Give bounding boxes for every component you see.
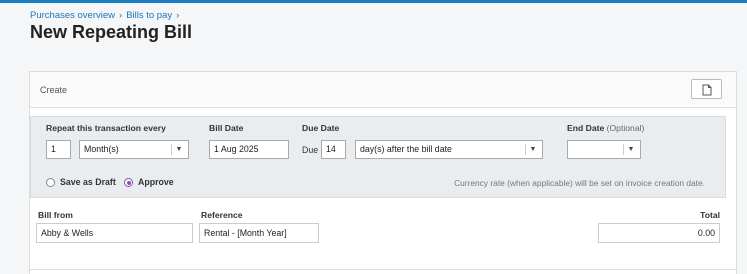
section-divider xyxy=(30,269,736,270)
breadcrumb-bills-to-pay[interactable]: Bills to pay xyxy=(126,10,172,21)
due-date-label: Due Date xyxy=(302,123,340,133)
save-as-draft-label[interactable]: Save as Draft xyxy=(60,177,116,187)
total-field: 0.00 xyxy=(598,223,720,243)
due-prefix: Due xyxy=(302,145,319,155)
end-date-optional: (Optional) xyxy=(606,123,645,133)
copy-document-button[interactable] xyxy=(691,79,722,99)
document-icon xyxy=(702,84,712,96)
currency-note: Currency rate (when applicable) will be … xyxy=(454,178,705,188)
create-label: Create xyxy=(40,85,68,95)
select-divider xyxy=(525,144,526,155)
chevron-down-icon: ▼ xyxy=(627,146,635,153)
end-date-label-text: End Date xyxy=(567,123,605,133)
card-header: Create xyxy=(30,72,736,108)
end-date-select[interactable]: ▼ xyxy=(567,140,641,159)
bill-from-input[interactable]: Abby & Wells xyxy=(36,223,193,243)
bill-date-label: Bill Date xyxy=(209,123,244,133)
chevron-down-icon: ▼ xyxy=(175,146,183,153)
repeat-label: Repeat this transaction every xyxy=(46,123,166,133)
due-days-input[interactable]: 14 xyxy=(321,140,346,159)
approve-radio[interactable] xyxy=(124,178,133,187)
reference-input[interactable]: Rental - [Month Year] xyxy=(199,223,319,243)
save-as-draft-radio[interactable] xyxy=(46,178,55,187)
select-divider xyxy=(171,144,172,155)
breadcrumb-purchases-overview[interactable]: Purchases overview xyxy=(30,10,115,21)
repeat-unit-value: Month(s) xyxy=(84,144,119,154)
breadcrumb-separator: › xyxy=(176,10,180,21)
repeat-unit-select[interactable]: Month(s) ▼ xyxy=(79,140,189,159)
bill-date-input[interactable]: 1 Aug 2025 xyxy=(209,140,289,159)
select-divider xyxy=(623,144,624,155)
breadcrumb: Purchases overview › Bills to pay › xyxy=(30,10,183,21)
total-label: Total xyxy=(700,210,720,220)
repeating-bill-card: Create Repeat this transaction every 1 M… xyxy=(29,71,737,274)
chevron-down-icon: ▼ xyxy=(529,146,537,153)
breadcrumb-separator: › xyxy=(119,10,123,21)
approve-label[interactable]: Approve xyxy=(138,177,174,187)
due-terms-select[interactable]: day(s) after the bill date ▼ xyxy=(355,140,543,159)
end-date-label: End Date (Optional) xyxy=(567,123,644,133)
page-title: New Repeating Bill xyxy=(30,22,193,42)
bill-from-label: Bill from xyxy=(38,210,73,220)
schedule-panel: Repeat this transaction every 1 Month(s)… xyxy=(30,116,726,198)
page-header: Purchases overview › Bills to pay › New Rep… xyxy=(0,3,747,47)
due-terms-value: day(s) after the bill date xyxy=(360,144,452,154)
reference-label: Reference xyxy=(201,210,243,220)
repeat-count-input[interactable]: 1 xyxy=(46,140,71,159)
